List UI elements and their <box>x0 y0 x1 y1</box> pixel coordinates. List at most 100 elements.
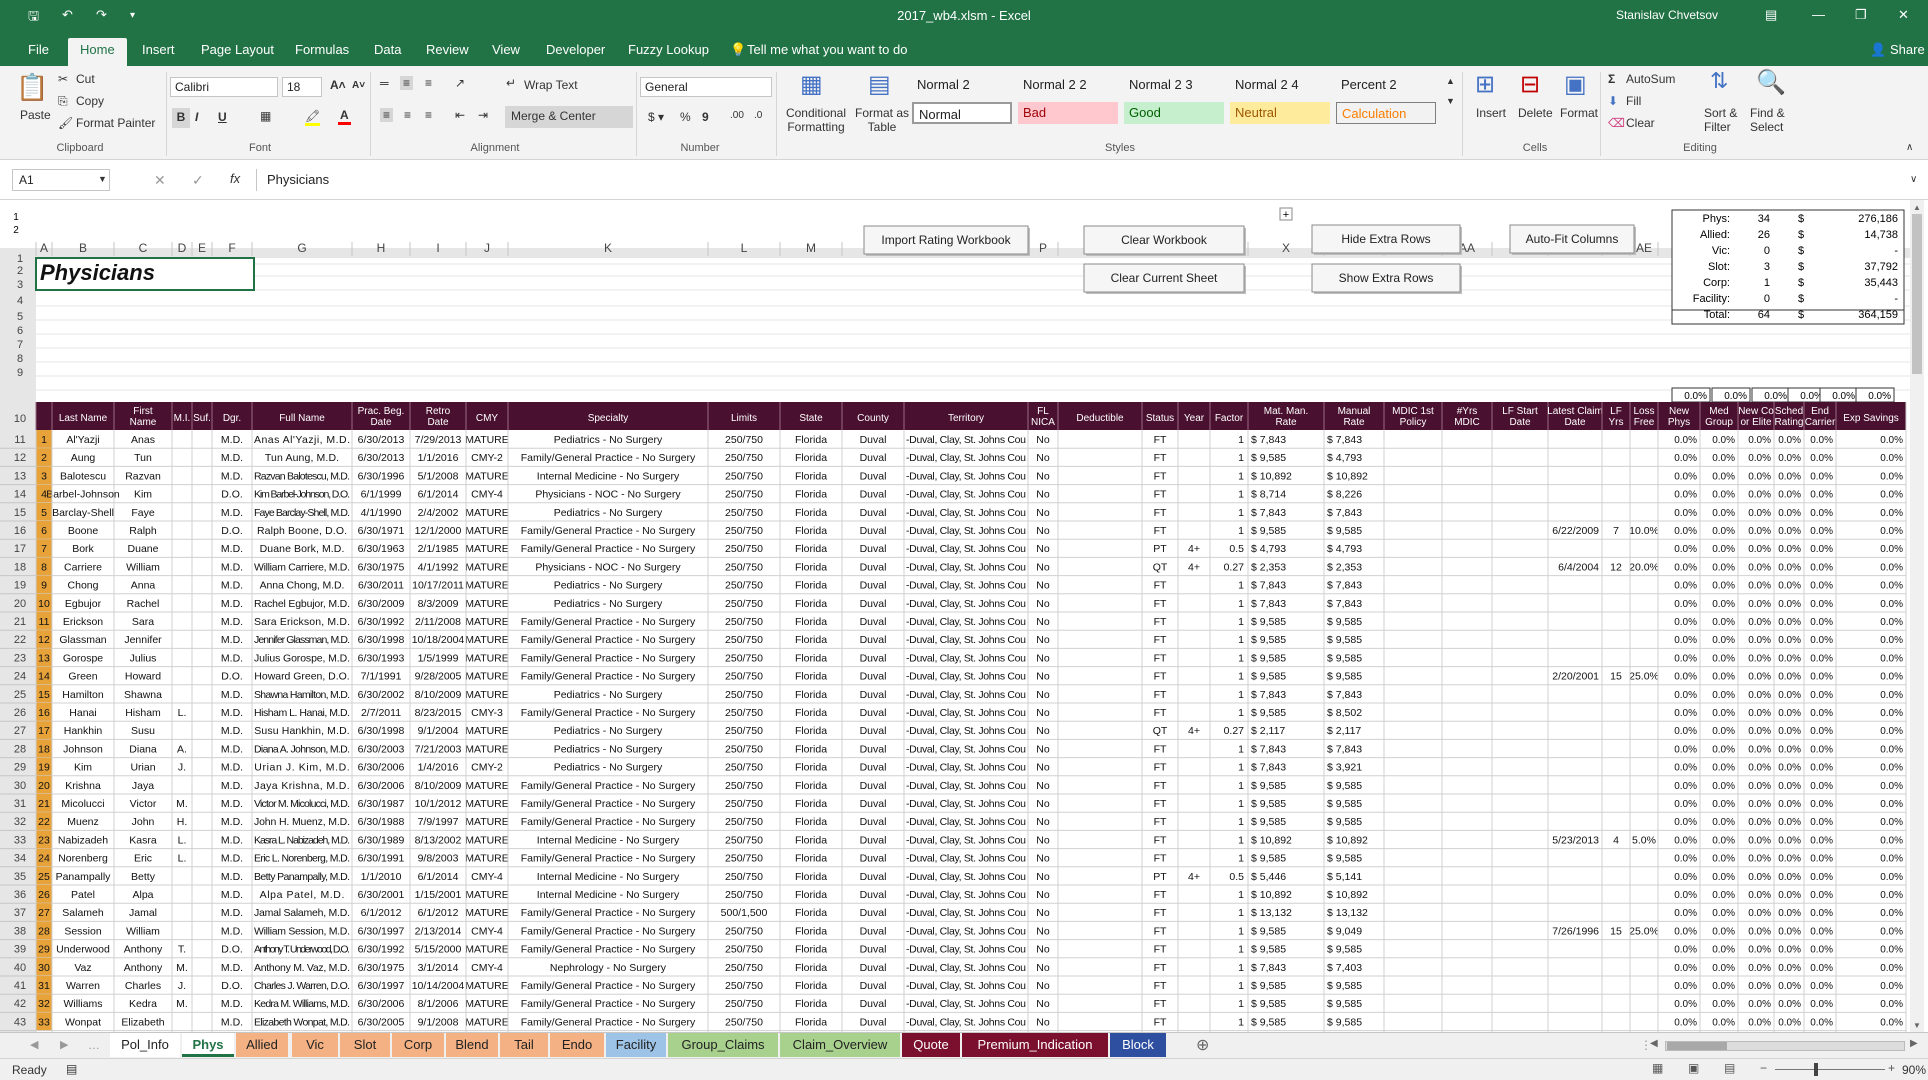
table-cell[interactable]: 6/30/2006 <box>358 762 405 774</box>
table-cell[interactable]: FT <box>1154 598 1167 610</box>
row-header-31[interactable]: 31 <box>14 798 26 810</box>
plus-icon[interactable]: + <box>1283 209 1289 221</box>
sheet-tab-facility[interactable]: Facility <box>606 1033 666 1057</box>
table-cell[interactable]: $ 9,585 <box>1251 634 1286 646</box>
table-cell[interactable]: MATURE <box>465 780 509 792</box>
table-cell[interactable]: $ 10,892 <box>1327 470 1368 482</box>
table-cell[interactable]: 500/1,500 <box>721 907 768 919</box>
table-cell[interactable]: Florida <box>795 925 827 937</box>
table-cell[interactable]: Hanai <box>69 707 96 719</box>
decrease-indent-icon[interactable]: ⇤ <box>455 108 465 122</box>
table-cell[interactable]: Egbujor <box>65 598 102 610</box>
table-cell[interactable]: 17 <box>38 725 50 737</box>
table-cell[interactable]: -Duval, Clay, St. Johns Cou <box>906 998 1026 1010</box>
table-cell[interactable]: M.D. <box>221 907 243 919</box>
find-select-label-1[interactable]: Find & <box>1750 106 1785 120</box>
scroll-down-icon[interactable]: ▼ <box>1913 1021 1921 1030</box>
style-good[interactable]: Good <box>1124 102 1224 124</box>
column-header-g[interactable]: G <box>297 241 306 255</box>
worksheet-canvas[interactable]: 12+ABCDEFGHIJKLMNOPQRSTXYZAAABACADAEAFAG… <box>0 200 1928 1032</box>
table-cell[interactable]: 1 <box>1238 944 1244 956</box>
table-cell[interactable]: Florida <box>795 507 827 519</box>
table-cell[interactable]: Elizabeth Wonpat, M.D. <box>254 1016 350 1028</box>
table-cell[interactable]: Urian <box>130 762 155 774</box>
table-cell[interactable]: -Duval, Clay, St. Johns Cou <box>906 470 1026 482</box>
row-header-36[interactable]: 36 <box>14 889 26 901</box>
table-cell[interactable]: QT <box>1153 725 1168 737</box>
table-cell[interactable]: 1/4/2016 <box>418 762 459 774</box>
table-cell[interactable]: 1 <box>1238 470 1244 482</box>
table-cell[interactable]: MATURE <box>465 580 509 592</box>
clear-current-sheet-button-label[interactable]: Clear Current Sheet <box>1111 271 1218 285</box>
table-cell[interactable]: 1 <box>1238 452 1244 464</box>
table-cell[interactable]: Florida <box>795 616 827 628</box>
table-cell[interactable]: 7 <box>1613 525 1619 537</box>
name-box[interactable]: A1 <box>12 169 110 191</box>
table-cell[interactable]: -Duval, Clay, St. Johns Cou <box>906 834 1026 846</box>
table-cell[interactable]: 20 <box>38 780 50 792</box>
column-header-e[interactable]: E <box>198 241 206 255</box>
expand-formula-bar-icon[interactable]: ∨ <box>1910 174 1917 185</box>
table-cell[interactable]: 250/750 <box>725 725 763 737</box>
table-cell[interactable]: Florida <box>795 689 827 701</box>
row-header-25[interactable]: 25 <box>14 689 26 701</box>
table-cell[interactable]: 8/10/2009 <box>415 689 462 701</box>
conditional-formatting-label-1[interactable]: Conditional <box>784 106 848 120</box>
table-cell[interactable]: FT <box>1154 580 1167 592</box>
table-cell[interactable]: $ 7,843 <box>1327 743 1362 755</box>
minimize-icon[interactable]: — <box>1812 7 1825 22</box>
table-cell[interactable]: Florida <box>795 762 827 774</box>
table-cell[interactable]: -Duval, Clay, St. Johns Cou <box>906 1016 1026 1028</box>
table-cell[interactable]: $ 7,403 <box>1327 962 1362 974</box>
table-cell[interactable]: 23 <box>38 834 50 846</box>
table-cell[interactable]: 250/750 <box>725 798 763 810</box>
tab-review[interactable]: Review <box>426 42 469 57</box>
table-cell[interactable]: Glassman <box>59 634 106 646</box>
table-cell[interactable]: No <box>1036 907 1050 919</box>
table-cell[interactable]: 250/750 <box>725 543 763 555</box>
table-cell[interactable]: Florida <box>795 525 827 537</box>
table-cell[interactable]: FT <box>1154 980 1167 992</box>
table-cell[interactable]: 7/1/1991 <box>361 671 402 683</box>
table-cell[interactable]: -Duval, Clay, St. Johns Cou <box>906 889 1026 901</box>
outline-level-1[interactable]: 1 <box>13 212 19 223</box>
table-cell[interactable]: 28 <box>38 925 50 937</box>
table-cell[interactable]: 1 <box>1238 925 1244 937</box>
table-cell[interactable]: $ 9,585 <box>1251 816 1286 828</box>
table-cell[interactable]: No <box>1036 743 1050 755</box>
table-cell[interactable]: FT <box>1154 489 1167 501</box>
table-cell[interactable]: 6/30/1963 <box>358 543 405 555</box>
table-cell[interactable]: 19 <box>38 762 50 774</box>
tab-insert[interactable]: Insert <box>142 42 175 57</box>
table-cell[interactable]: MATURE <box>465 889 509 901</box>
table-cell[interactable]: Duval <box>860 816 887 828</box>
table-cell[interactable]: Florida <box>795 671 827 683</box>
show-extra-rows-button-label[interactable]: Show Extra Rows <box>1339 271 1434 285</box>
table-cell[interactable]: M.D. <box>221 580 243 592</box>
restore-icon[interactable]: ❐ <box>1855 7 1867 23</box>
font-color-icon[interactable]: A <box>338 108 351 125</box>
table-cell[interactable]: $ 5,446 <box>1251 871 1286 883</box>
tell-me-search[interactable]: Tell me what you want to do <box>747 42 907 57</box>
table-cell[interactable]: $ 10,892 <box>1251 889 1292 901</box>
table-cell[interactable]: 6/30/2001 <box>358 889 405 901</box>
zoom-slider[interactable] <box>1775 1069 1885 1070</box>
table-cell[interactable]: 1 <box>1238 489 1244 501</box>
row-header-21[interactable]: 21 <box>14 616 26 628</box>
row-header-27[interactable]: 27 <box>14 725 26 737</box>
table-cell[interactable]: 12 <box>1610 561 1622 573</box>
table-cell[interactable]: Duval <box>860 871 887 883</box>
column-header-p[interactable]: P <box>1039 241 1047 255</box>
style-neutral[interactable]: Neutral <box>1230 102 1330 124</box>
table-cell[interactable]: Bork <box>72 543 94 555</box>
new-sheet-icon[interactable]: ⊕ <box>1196 1035 1209 1055</box>
table-cell[interactable]: 5 <box>41 507 47 519</box>
table-cell[interactable]: 2/20/2001 <box>1552 671 1599 683</box>
row-header-20[interactable]: 20 <box>14 598 26 610</box>
table-cell[interactable]: -Duval, Clay, St. Johns Cou <box>906 707 1026 719</box>
table-cell[interactable]: MATURE <box>465 689 509 701</box>
table-cell[interactable]: Jamal Salameh, M.D. <box>254 907 350 919</box>
sheet-tab-pol-info[interactable]: Pol_Info <box>110 1033 180 1057</box>
table-cell[interactable]: Florida <box>795 725 827 737</box>
table-cell[interactable]: $ 9,585 <box>1251 980 1286 992</box>
